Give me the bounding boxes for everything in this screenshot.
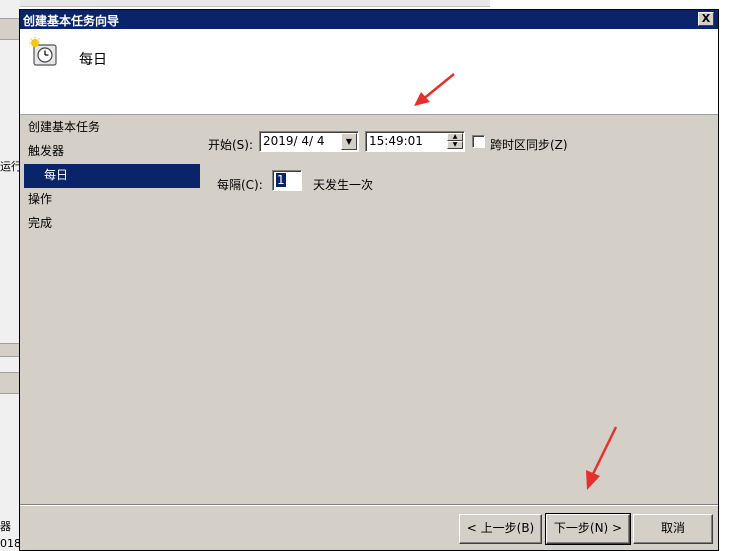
spin-down-icon[interactable]: ▼: [447, 141, 463, 149]
annotation-arrow-icon: [586, 426, 618, 490]
wizard-steps: 创建基本任务 触发器 每日 操作 完成: [20, 116, 205, 236]
spin-up-icon[interactable]: ▲: [447, 133, 463, 141]
recur-every-suffix: 天发生一次: [313, 178, 374, 192]
recur-every-label: 每隔(C):: [217, 178, 263, 192]
footer-separator: [20, 504, 718, 506]
start-time-field[interactable]: 15:49:01 ▲ ▼: [365, 131, 465, 152]
annotation-arrow-icon: [414, 73, 455, 106]
recur-every-value: 1: [276, 173, 286, 187]
title-bar[interactable]: 创建基本任务向导 X: [20, 10, 718, 29]
next-button[interactable]: 下一步(N) >: [545, 513, 631, 545]
sync-timezone-checkbox[interactable]: [472, 135, 485, 148]
step-daily[interactable]: 每日: [24, 164, 200, 188]
background-toolbar: [0, 18, 20, 40]
step-trigger[interactable]: 触发器: [20, 140, 205, 164]
cancel-button[interactable]: 取消: [633, 514, 713, 544]
start-label: 开始(S):: [208, 138, 254, 152]
task-clock-icon: [29, 37, 57, 66]
step-create-basic-task[interactable]: 创建基本任务: [20, 116, 205, 140]
time-spinner[interactable]: ▲ ▼: [447, 133, 463, 150]
background-text: 018: [0, 537, 20, 550]
background-window: [0, 0, 20, 551]
start-date-value: 2019/ 4/ 4: [263, 134, 325, 148]
chevron-down-icon[interactable]: ▼: [341, 133, 357, 150]
background-window-top: [20, 0, 490, 7]
back-button[interactable]: < 上一步(B): [459, 514, 542, 544]
sync-timezone-label: 跨时区同步(Z): [490, 138, 568, 152]
step-finish[interactable]: 完成: [20, 212, 205, 236]
step-action[interactable]: 操作: [20, 188, 205, 212]
start-date-picker[interactable]: 2019/ 4/ 4 ▼: [259, 131, 359, 152]
close-button[interactable]: X: [698, 12, 714, 26]
daily-settings: 开始(S): 2019/ 4/ 4 ▼ 15:49:01 ▲ ▼ 跨时区同步(Z…: [205, 116, 717, 496]
background-text: 器: [0, 520, 11, 533]
recur-every-input[interactable]: 1: [272, 170, 302, 191]
background-band: [0, 343, 20, 357]
wizard-header: 每日: [20, 29, 718, 115]
window-title: 创建基本任务向导: [23, 14, 120, 28]
start-time-value: 15:49:01: [369, 134, 423, 148]
header-title: 每日: [79, 52, 107, 68]
background-text: 运行: [0, 160, 20, 173]
background-band: [0, 372, 20, 394]
